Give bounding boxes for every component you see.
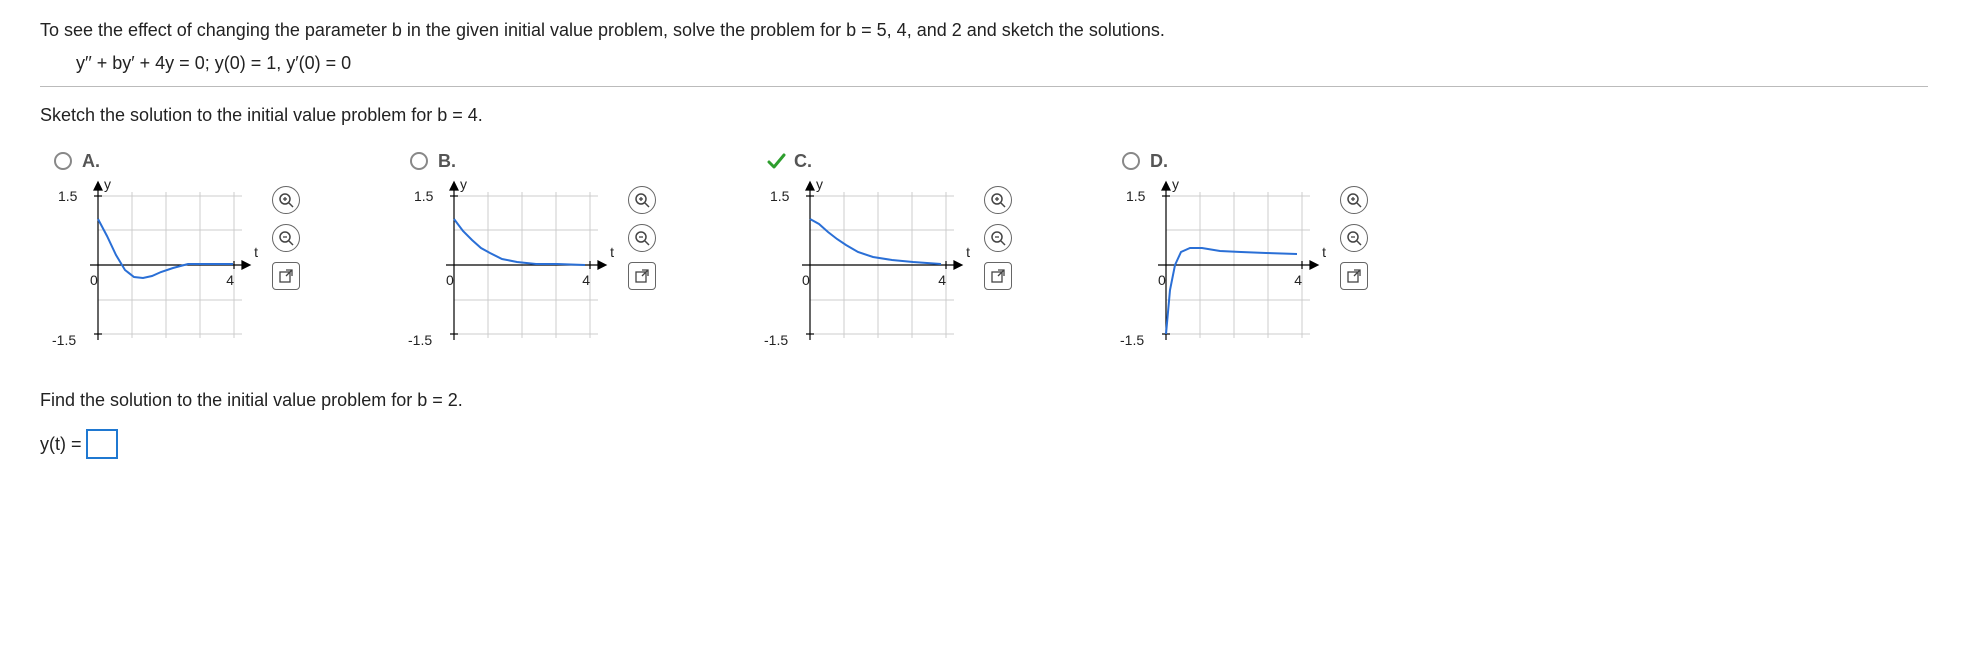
choice-a-header: A. <box>54 150 300 172</box>
zoom-out-icon[interactable] <box>628 224 656 252</box>
y-tick-top: 1.5 <box>414 188 433 204</box>
y-tick-bottom: -1.5 <box>1120 332 1144 348</box>
chart-svg <box>54 180 254 350</box>
zoom-out-icon[interactable] <box>272 224 300 252</box>
problem-statement: To see the effect of changing the parame… <box>40 20 1928 41</box>
choice-d-label: D. <box>1150 151 1168 172</box>
t-axis-label: t <box>610 244 614 260</box>
y-tick-top: 1.5 <box>1126 188 1145 204</box>
origin-label: 0 <box>802 272 810 288</box>
radio-icon[interactable] <box>1122 152 1140 170</box>
curve <box>454 219 585 265</box>
check-correct-icon <box>766 151 786 171</box>
y-tick-top: 1.5 <box>770 188 789 204</box>
popout-icon[interactable] <box>272 262 300 290</box>
t-axis-label: t <box>254 244 258 260</box>
choice-a-label: A. <box>82 151 100 172</box>
zoom-in-icon[interactable] <box>272 186 300 214</box>
popout-icon[interactable] <box>1340 262 1368 290</box>
choice-c-graph: y t 1.5 -1.5 0 4 <box>766 180 966 350</box>
zoom-out-icon[interactable] <box>984 224 1012 252</box>
popout-icon[interactable] <box>628 262 656 290</box>
y-axis-label: y <box>460 176 467 192</box>
choice-b-graph: y t 1.5 -1.5 0 4 <box>410 180 610 350</box>
zoom-in-icon[interactable] <box>1340 186 1368 214</box>
choice-d-header: D. <box>1122 150 1368 172</box>
choice-c-label: C. <box>794 151 812 172</box>
chart-svg <box>410 180 610 350</box>
zoom-in-icon[interactable] <box>628 186 656 214</box>
choice-row: A. y t 1.5 -1.5 0 4 <box>54 150 1928 350</box>
t-axis-label: t <box>1322 244 1326 260</box>
y-axis-label: y <box>104 176 111 192</box>
choice-b-label: B. <box>438 151 456 172</box>
problem-equation: y′′ + by′ + 4y = 0; y(0) = 1, y′(0) = 0 <box>76 53 1928 74</box>
choice-a[interactable]: A. y t 1.5 -1.5 0 4 <box>54 150 300 350</box>
zoom-in-icon[interactable] <box>984 186 1012 214</box>
choice-d-graph: y t 1.5 -1.5 0 4 <box>1122 180 1322 350</box>
choice-d[interactable]: D. y t 1.5 -1.5 0 4 <box>1122 150 1368 350</box>
y-tick-top: 1.5 <box>58 188 77 204</box>
sub-prompt: Sketch the solution to the initial value… <box>40 105 1928 126</box>
y-axis-label: y <box>1172 176 1179 192</box>
answer-label: y(t) = <box>40 434 82 455</box>
t-axis-label: t <box>966 244 970 260</box>
origin-label: 0 <box>1158 272 1166 288</box>
chart-svg <box>1122 180 1322 350</box>
x-tick-end: 4 <box>582 272 590 288</box>
origin-label: 0 <box>446 272 454 288</box>
divider <box>40 86 1928 87</box>
bottom-prompt: Find the solution to the initial value p… <box>40 390 1928 411</box>
popout-icon[interactable] <box>984 262 1012 290</box>
y-tick-bottom: -1.5 <box>52 332 76 348</box>
zoom-out-icon[interactable] <box>1340 224 1368 252</box>
x-tick-end: 4 <box>938 272 946 288</box>
answer-input[interactable] <box>86 429 118 459</box>
choice-c[interactable]: C. y t 1.5 -1.5 0 4 <box>766 150 1012 350</box>
chart-svg <box>766 180 966 350</box>
y-axis-label: y <box>816 176 823 192</box>
x-tick-end: 4 <box>226 272 234 288</box>
y-tick-bottom: -1.5 <box>408 332 432 348</box>
radio-icon[interactable] <box>54 152 72 170</box>
y-tick-bottom: -1.5 <box>764 332 788 348</box>
choice-b-header: B. <box>410 150 656 172</box>
x-tick-end: 4 <box>1294 272 1302 288</box>
origin-label: 0 <box>90 272 98 288</box>
curve <box>1166 248 1297 334</box>
radio-icon[interactable] <box>410 152 428 170</box>
choice-c-header: C. <box>766 150 1012 172</box>
answer-row: y(t) = <box>40 429 1928 459</box>
curve <box>810 219 941 264</box>
choice-a-graph: y t 1.5 -1.5 0 4 <box>54 180 254 350</box>
choice-b[interactable]: B. y t 1.5 -1.5 0 4 <box>410 150 656 350</box>
